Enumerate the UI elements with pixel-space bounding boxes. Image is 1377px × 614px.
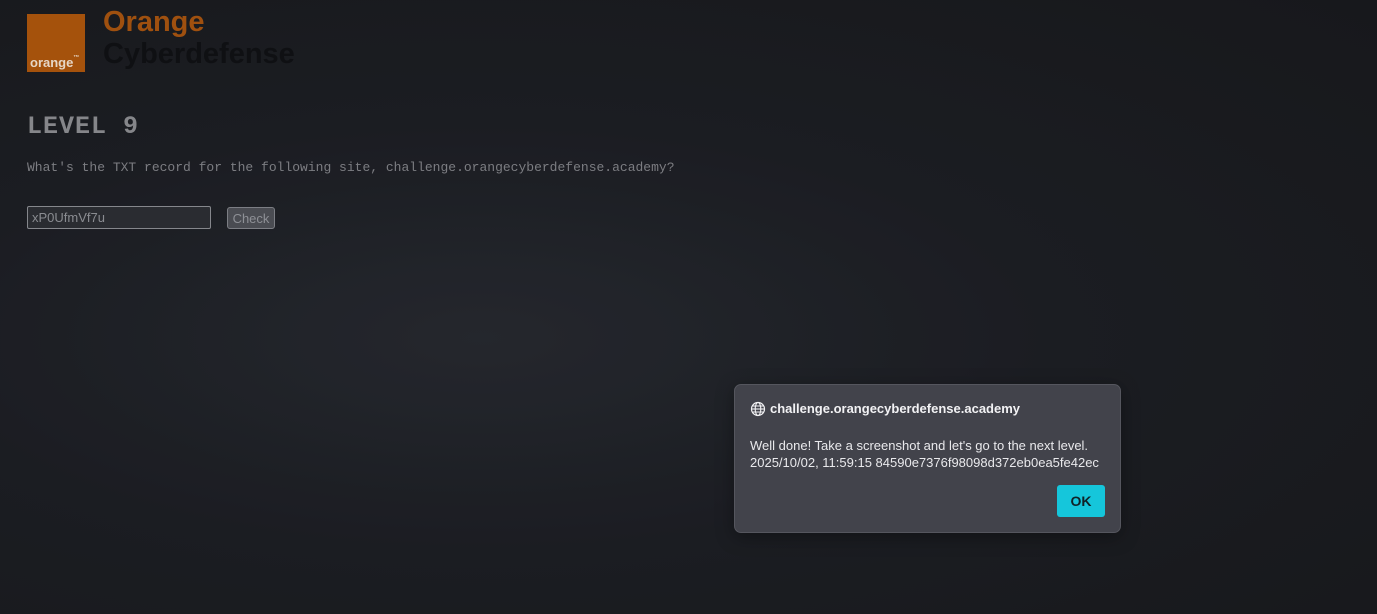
ok-button[interactable]: OK — [1057, 485, 1105, 517]
dialog-message-line: 2025/10/02, 11:59:15 84590e7376f98098d37… — [750, 455, 1099, 470]
brand-name-orange: Orange — [103, 6, 205, 38]
brand-name-cyberdefense: Cyberdefense — [103, 38, 295, 70]
dialog-message-line: Well done! Take a screenshot and let's g… — [750, 438, 1089, 453]
globe-icon — [750, 401, 766, 417]
page-background — [0, 0, 1377, 614]
dialog-origin: challenge.orangecyberdefense.academy — [770, 401, 1021, 416]
answer-input[interactable] — [27, 206, 211, 229]
challenge-question: What's the TXT record for the following … — [27, 160, 675, 175]
level-title: LEVEL 9 — [27, 112, 140, 141]
alert-dialog: challenge.orangecyberdefense.academy Wel… — [734, 384, 1121, 533]
orange-logo: orange™ — [27, 14, 85, 72]
dialog-message: Well done! Take a screenshot and let's g… — [750, 437, 1112, 471]
logo-box-text: orange™ — [30, 55, 80, 70]
check-button[interactable]: Check — [227, 207, 275, 229]
